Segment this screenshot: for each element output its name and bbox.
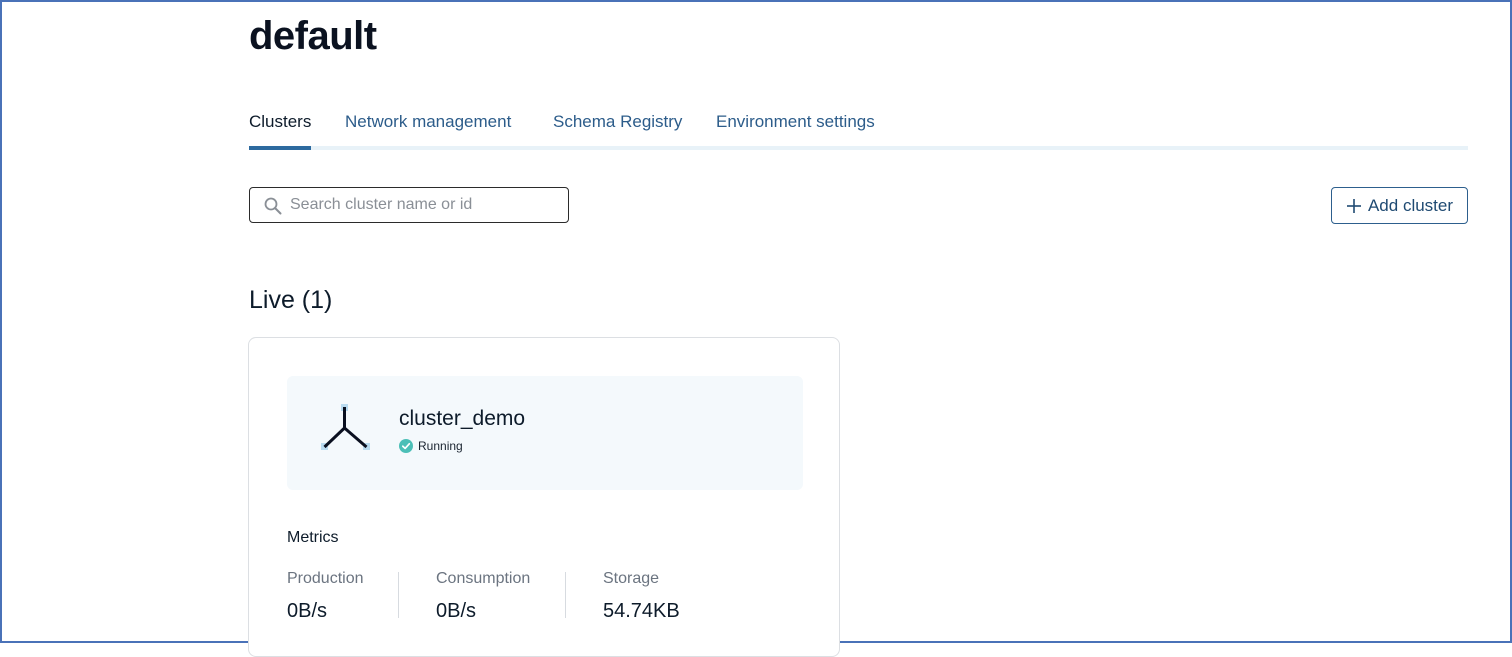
status-text: Running xyxy=(418,439,463,453)
tab-rail xyxy=(249,146,1468,150)
metric-divider xyxy=(565,572,566,618)
search-input[interactable] xyxy=(290,188,560,222)
tab-schema-registry[interactable]: Schema Registry xyxy=(553,112,682,146)
section-title-live: Live (1) xyxy=(249,286,333,314)
check-circle-icon xyxy=(399,439,413,453)
plus-icon xyxy=(1346,198,1361,213)
tab-bar: Clusters Network management Schema Regis… xyxy=(249,112,1468,150)
metric-divider xyxy=(398,572,399,618)
metric-label: Consumption xyxy=(436,570,531,587)
page-title: default xyxy=(249,14,377,58)
metric-production: Production 0B/s xyxy=(287,570,364,623)
metric-value: 0B/s xyxy=(287,600,328,622)
metric-label: Production xyxy=(287,570,364,587)
metric-value: 0B/s xyxy=(436,600,477,622)
tab-clusters[interactable]: Clusters xyxy=(249,112,312,150)
tab-network-management[interactable]: Network management xyxy=(345,112,511,146)
metrics-title: Metrics xyxy=(287,529,339,546)
add-cluster-button[interactable]: Add cluster xyxy=(1331,187,1468,224)
cluster-icon xyxy=(321,404,370,450)
search-box xyxy=(249,187,569,223)
cluster-card-header: cluster_demo Running xyxy=(287,376,803,490)
search-icon xyxy=(264,197,282,215)
metric-storage: Storage 54.74KB xyxy=(603,570,680,623)
add-cluster-label: Add cluster xyxy=(1367,195,1454,215)
cluster-card[interactable]: cluster_demo Running Metrics Production … xyxy=(248,337,840,657)
metric-value: 54.74KB xyxy=(603,600,680,622)
status-badge: Running xyxy=(399,439,463,453)
metric-consumption: Consumption 0B/s xyxy=(436,570,530,623)
tab-environment-settings[interactable]: Environment settings xyxy=(716,112,875,146)
cluster-name-link[interactable]: cluster_demo xyxy=(399,407,525,431)
metric-label: Storage xyxy=(603,570,660,587)
